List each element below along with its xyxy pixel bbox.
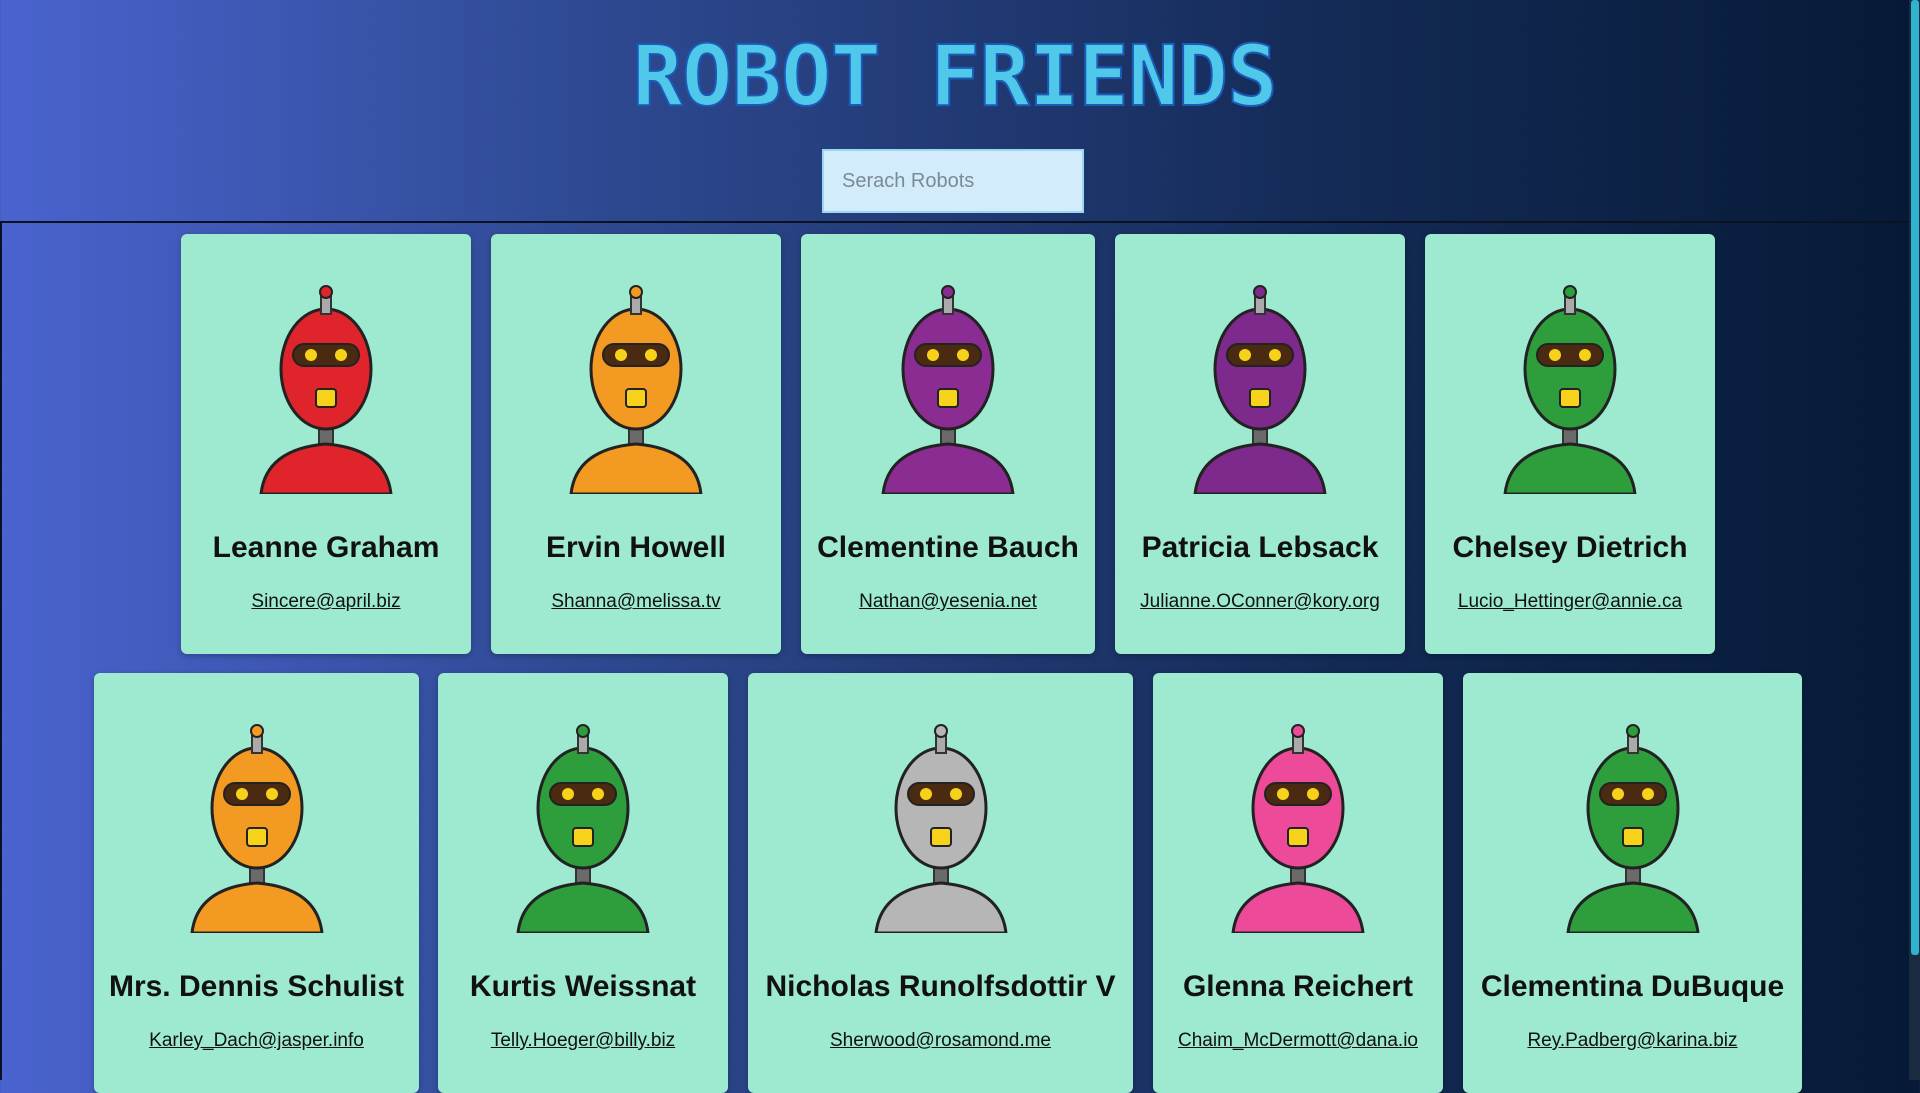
robot-email-link[interactable]: Telly.Hoeger@billy.biz [438,1030,728,1052]
robot-avatar-image [498,713,668,937]
robot-email-link[interactable]: Sincere@april.biz [181,591,471,613]
robot-name: Nicholas Runolfsdottir V [765,970,1116,1003]
robot-avatar-image [1213,713,1383,937]
content-border [0,222,2,1080]
robot-email-link[interactable]: Lucio_Hettinger@annie.ca [1425,591,1715,613]
robot-name: Kurtis Weissnat [469,970,697,1003]
robot-name: Patricia Lebsack [1141,531,1379,564]
robot-name: Mrs. Dennis Schulist [108,970,405,1003]
robot-avatar-image [551,274,721,498]
robot-avatar-image [1548,713,1718,937]
robot-name: Leanne Graham [212,531,440,564]
robot-email-link[interactable]: Chaim_McDermott@dana.io [1153,1030,1443,1052]
app-title: ROBOT FRIENDS [631,27,1278,125]
robot-name: Glenna Reichert [1182,970,1414,1003]
robot-email-link[interactable]: Nathan@yesenia.net [801,591,1095,613]
robot-email-link[interactable]: Shanna@melissa.tv [491,591,781,613]
robot-avatar-image [863,274,1033,498]
header: ROBOT FRIENDS [0,0,1909,223]
robot-card[interactable]: Kurtis Weissnat Telly.Hoeger@billy.biz [438,673,728,1093]
scrollbar-thumb[interactable] [1911,0,1919,955]
robot-name: Clementine Bauch [817,531,1079,564]
robot-card[interactable]: Glenna Reichert Chaim_McDermott@dana.io [1153,673,1443,1093]
robot-card[interactable]: Ervin Howell Shanna@melissa.tv [491,234,781,654]
robot-card[interactable]: Chelsey Dietrich Lucio_Hettinger@annie.ca [1425,234,1715,654]
robot-avatar-image [241,274,411,498]
robot-email-link[interactable]: Rey.Padberg@karina.biz [1463,1030,1802,1052]
robot-avatar-image [1485,274,1655,498]
robot-name: Chelsey Dietrich [1452,531,1688,564]
robot-email-link[interactable]: Karley_Dach@jasper.info [94,1030,419,1052]
search-input[interactable] [822,149,1084,213]
robot-avatar-image [1175,274,1345,498]
robot-name: Clementina DuBuque [1480,970,1785,1003]
robot-card[interactable]: Patricia Lebsack Julianne.OConner@kory.or… [1115,234,1405,654]
robot-name: Ervin Howell [545,531,727,564]
robot-card[interactable]: Clementine Bauch Nathan@yesenia.net [801,234,1095,654]
robot-card[interactable]: Mrs. Dennis Schulist Karley_Dach@jasper.i… [94,673,419,1093]
robot-email-link[interactable]: Sherwood@rosamond.me [748,1030,1133,1052]
robot-avatar-image [172,713,342,937]
robot-avatar-image [856,713,1026,937]
robot-card[interactable]: Nicholas Runolfsdottir V Sherwood@rosamon… [748,673,1133,1093]
robot-card[interactable]: Leanne Graham Sincere@april.biz [181,234,471,654]
robot-card[interactable]: Clementina DuBuque Rey.Padberg@karina.biz [1463,673,1802,1093]
robot-email-link[interactable]: Julianne.OConner@kory.org [1115,591,1405,613]
